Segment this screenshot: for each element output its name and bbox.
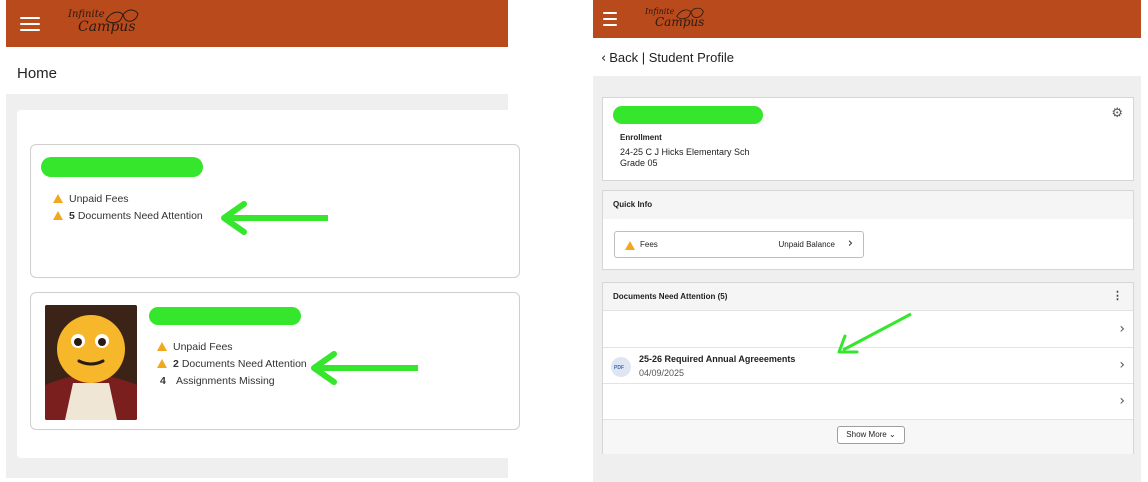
gear-icon[interactable]: ⚙ [1111, 106, 1123, 121]
student-profile-screen: Infinite Campus ‹ Back | Student Profile … [593, 0, 1141, 482]
fees-label: Fees [640, 240, 658, 249]
back-header: ‹ Back | Student Profile [593, 38, 1141, 76]
menu-icon[interactable] [20, 17, 40, 35]
pdf-file-icon: PDF [611, 357, 631, 377]
alert-assignments-missing: 4 Assignments Missing [160, 375, 275, 387]
warning-icon [625, 241, 635, 250]
enrollment-school: 24-25 C J Hicks Elementary Sch [620, 147, 750, 157]
redacted-student-name [613, 106, 763, 124]
alert-unpaid-fees: Unpaid Fees [157, 341, 233, 353]
enrollment-grade: Grade 05 [620, 158, 658, 168]
fees-quick-info-button[interactable]: Fees Unpaid Balance › [614, 231, 864, 258]
documents-heading: Documents Need Attention (5) [603, 283, 1133, 310]
redacted-student-name [149, 307, 301, 325]
page-title: Home [17, 65, 58, 82]
show-more-button[interactable]: Show More ⌄ [837, 426, 905, 444]
enrollment-heading: Enrollment [620, 133, 662, 142]
warning-icon [53, 211, 63, 220]
warning-icon [53, 194, 63, 203]
warning-icon [157, 359, 167, 368]
top-app-bar: Infinite Campus [593, 0, 1141, 38]
top-app-bar: Infinite Campus [6, 0, 508, 47]
student-card[interactable]: Unpaid Fees 2 Documents Need Attention 4A… [30, 292, 520, 430]
alert-documents-need-attention: 5 Documents Need Attention [53, 210, 203, 222]
kebab-menu-icon[interactable]: ⋮ [1112, 289, 1123, 302]
page-header: Home [6, 47, 508, 94]
annotation-arrow [221, 201, 328, 235]
chevron-right-icon: › [847, 236, 853, 251]
chevron-right-icon: › [1119, 393, 1125, 409]
warning-icon [157, 342, 167, 351]
alert-unpaid-fees: Unpaid Fees [53, 193, 129, 205]
document-title: 25-26 Required Annual Agreeements [639, 354, 796, 364]
infinite-campus-logo: Infinite Campus [68, 10, 139, 34]
show-more-row: Show More ⌄ [603, 419, 1133, 454]
annotation-arrow [311, 351, 418, 385]
home-screen: Infinite Campus Home Unpaid Fees 5 Docume… [6, 0, 520, 478]
document-row[interactable]: › [603, 383, 1133, 419]
chevron-right-icon: › [1119, 357, 1125, 373]
documents-section: Documents Need Attention (5) ⋮ › PDF 25-… [602, 282, 1134, 454]
quick-info-heading: Quick Info [603, 191, 1133, 219]
chevron-left-icon: ‹ [601, 51, 607, 66]
infinite-campus-logo: Infinite Campus [645, 7, 705, 29]
chevron-right-icon: › [1119, 321, 1125, 337]
fees-status: Unpaid Balance [778, 240, 835, 249]
quick-info-section: Quick Info Fees Unpaid Balance › [602, 190, 1134, 270]
annotation-arrow [837, 312, 912, 354]
back-button[interactable]: ‹ Back | Student Profile [601, 50, 734, 66]
chevron-down-icon: ⌄ [889, 430, 896, 439]
document-date: 04/09/2025 [639, 368, 685, 378]
redacted-student-name [41, 157, 203, 177]
menu-icon[interactable] [603, 12, 617, 30]
student-info-card: ⚙ Enrollment 24-25 C J Hicks Elementary … [602, 97, 1134, 181]
student-avatar [45, 305, 137, 420]
alert-documents-need-attention: 2 Documents Need Attention [157, 358, 307, 370]
